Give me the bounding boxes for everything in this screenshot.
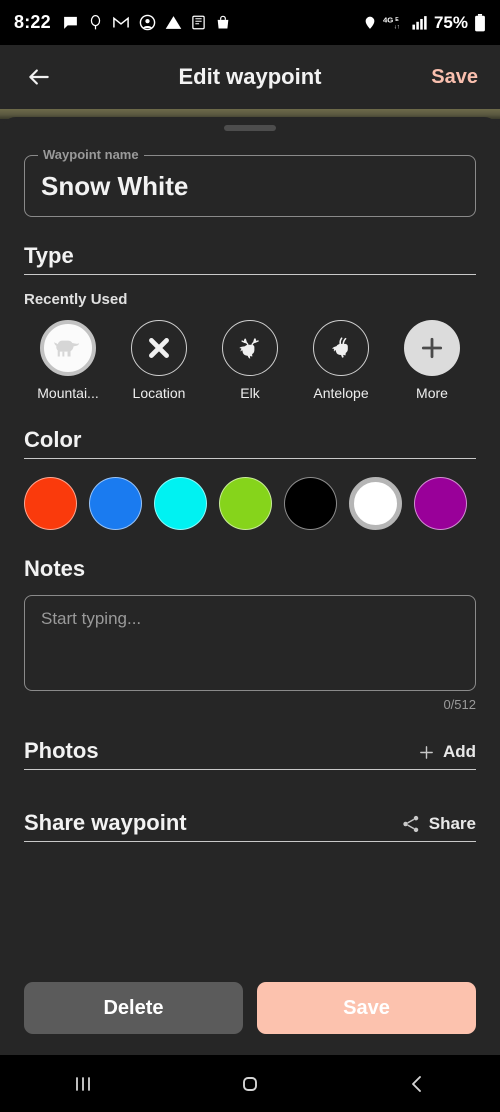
waypoint-edit-sheet: Snow White Waypoint name Type Recently U… [0, 117, 500, 1055]
status-bar-left: 8:22 [14, 12, 363, 33]
type-section: Type Recently Used Mountai... Location E… [24, 243, 476, 401]
battery-percent-label: 75% [433, 12, 468, 32]
sheet-drag-handle[interactable] [224, 125, 276, 131]
message-icon [62, 14, 79, 31]
home-button[interactable] [167, 1072, 334, 1096]
color-section-title: Color [24, 427, 82, 452]
color-swatch-blue[interactable] [89, 477, 142, 530]
type-section-header: Type [24, 243, 476, 275]
color-section: Color [24, 427, 476, 530]
balloon-icon [88, 14, 103, 31]
color-swatch-cyan[interactable] [154, 477, 207, 530]
bag-icon [215, 14, 231, 31]
warning-icon [165, 14, 182, 31]
photos-section-title: Photos [24, 738, 99, 763]
type-item-elk[interactable]: Elk [206, 320, 294, 401]
face-icon [139, 14, 156, 31]
type-item-more[interactable]: More [388, 320, 476, 401]
nfl-icon [191, 14, 206, 31]
type-item-label: Mountai... [37, 385, 99, 401]
status-bar-clock: 8:22 [14, 12, 51, 32]
color-swatch-row [24, 477, 476, 530]
delete-button[interactable]: Delete [24, 982, 243, 1034]
app-root: 8:22 4G E ↓↑ 75% Edit waypoint Save Snow… [0, 0, 500, 1112]
share-waypoint-button[interactable]: Share [401, 814, 476, 836]
back-button[interactable] [22, 60, 56, 94]
waypoint-name-label: Waypoint name [38, 147, 144, 162]
network-4glte-icon: 4G E ↓↑ [383, 14, 405, 31]
share-section-header: Share waypoint Share [24, 810, 476, 842]
sheet-body: Snow White Waypoint name Type Recently U… [0, 147, 500, 842]
type-item-location[interactable]: Location [115, 320, 203, 401]
recents-button[interactable] [0, 1072, 167, 1096]
share-section-title: Share waypoint [24, 810, 187, 835]
color-swatch-purple[interactable] [414, 477, 467, 530]
svg-text:↓↑: ↓↑ [394, 24, 400, 30]
share-section: Share waypoint Share [24, 810, 476, 842]
type-item-label: Location [132, 385, 186, 401]
recents-icon [76, 1076, 91, 1091]
elk-icon [222, 320, 278, 376]
notes-placeholder: Start typing... [41, 609, 142, 628]
color-swatch-green[interactable] [219, 477, 272, 530]
x-mark-icon [131, 320, 187, 376]
notes-section-title: Notes [24, 556, 86, 581]
plus-icon [420, 745, 433, 759]
back-icon [411, 1075, 421, 1092]
notes-section: Notes Start typing... 0/512 [24, 556, 476, 712]
home-icon [243, 1076, 257, 1091]
battery-icon [474, 13, 486, 32]
share-waypoint-label: Share [428, 814, 476, 833]
system-nav-bar [0, 1055, 500, 1112]
notes-character-counter: 0/512 [443, 697, 476, 712]
svg-text:4G: 4G [383, 16, 393, 25]
photos-section-header: Photos Add [24, 738, 476, 770]
type-item-label: More [416, 385, 448, 401]
notes-input[interactable]: Start typing... [24, 595, 476, 691]
waypoint-name-value: Snow White [41, 170, 189, 201]
recently-used-label: Recently Used [24, 291, 128, 308]
location-icon [363, 14, 377, 31]
save-button[interactable]: Save [257, 982, 476, 1034]
color-swatch-red[interactable] [24, 477, 77, 530]
type-section-title: Type [24, 243, 74, 268]
svg-text:E: E [395, 17, 399, 23]
add-photo-label: Add [442, 742, 476, 761]
page-title: Edit waypoint [178, 64, 322, 89]
color-section-header: Color [24, 427, 476, 459]
waypoint-name-input[interactable]: Snow White [24, 155, 476, 217]
status-bar-right: 4G E ↓↑ 75% [363, 13, 486, 33]
share-icon [403, 815, 418, 833]
type-item-label: Antelope [313, 385, 369, 401]
mountain-goat-icon [40, 320, 96, 376]
color-swatch-black[interactable] [284, 477, 337, 530]
type-item-antelope[interactable]: Antelope [297, 320, 385, 401]
antelope-icon [313, 320, 369, 376]
waypoint-name-field[interactable]: Snow White Waypoint name [24, 147, 476, 217]
type-item-label: Elk [240, 385, 260, 401]
color-swatch-white[interactable] [349, 477, 402, 530]
app-bar: Edit waypoint Save [0, 45, 500, 109]
nav-back-button[interactable] [333, 1072, 500, 1096]
status-bar: 8:22 4G E ↓↑ 75% [0, 0, 500, 45]
footer-actions: Delete Save [0, 982, 500, 1034]
signal-bars-icon [411, 14, 428, 31]
add-photo-button[interactable]: Add [418, 742, 476, 764]
type-icon-row: Mountai... Location Elk Antelope More [24, 320, 476, 401]
photos-section: Photos Add [24, 738, 476, 770]
gmail-icon [112, 14, 130, 31]
type-item-mountain-goat[interactable]: Mountai... [24, 320, 112, 401]
plus-icon [404, 320, 460, 376]
header-save-button[interactable]: Save [431, 66, 478, 89]
